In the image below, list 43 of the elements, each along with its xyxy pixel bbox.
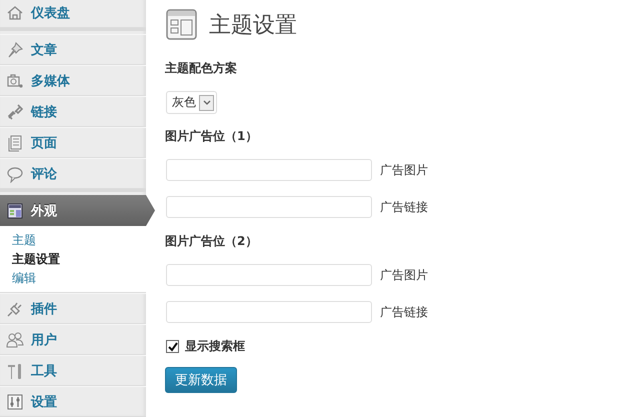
menu-item[interactable]: 工具 bbox=[0, 355, 146, 386]
checkmark-icon bbox=[168, 342, 178, 352]
input-field[interactable] bbox=[166, 301, 372, 323]
section-heading: 图片广告位（2） bbox=[165, 233, 258, 250]
field-label: 广告图片 bbox=[380, 266, 428, 284]
section-heading: 主题配色方案 bbox=[165, 60, 237, 77]
menu-item[interactable]: 设置 bbox=[0, 386, 146, 417]
menu-item[interactable]: 文章 bbox=[0, 34, 146, 65]
house-icon bbox=[6, 4, 24, 22]
pin-icon bbox=[6, 40, 24, 58]
field-label: 广告图片 bbox=[380, 162, 428, 178]
window-icon bbox=[6, 202, 24, 220]
input-field[interactable] bbox=[166, 196, 372, 218]
submenu-item[interactable]: 主题设置 bbox=[12, 251, 60, 268]
menu-item[interactable]: 评论 bbox=[0, 158, 146, 189]
menu-item[interactable]: 页面 bbox=[0, 127, 146, 158]
sliders-icon bbox=[6, 392, 24, 410]
page-title: 主题设置 bbox=[209, 12, 297, 40]
input-field[interactable] bbox=[166, 159, 372, 181]
menu-item[interactable]: 用户 bbox=[0, 324, 146, 355]
menu-item[interactable]: 多媒体 bbox=[0, 65, 146, 96]
field-label: 广告链接 bbox=[380, 198, 428, 216]
people-icon bbox=[6, 330, 24, 348]
caret-icon bbox=[202, 100, 210, 106]
menu-item[interactable]: 仪表盘 bbox=[0, 0, 146, 28]
camera-icon bbox=[6, 72, 24, 90]
menu-item[interactable]: 外观 bbox=[0, 195, 155, 226]
tools-icon bbox=[6, 362, 24, 380]
menu-item[interactable]: 链接 bbox=[0, 96, 146, 127]
speech-bubble-icon bbox=[6, 164, 24, 182]
section-heading: 图片广告位（1） bbox=[165, 128, 258, 145]
submit-button[interactable]: 更新数据 bbox=[165, 367, 237, 393]
checkbox-label: 显示搜索框 bbox=[185, 338, 245, 355]
layout-icon bbox=[165, 8, 199, 42]
field-label: 广告链接 bbox=[380, 304, 428, 320]
pages-icon bbox=[6, 134, 24, 152]
submenu-item[interactable]: 编辑 bbox=[12, 270, 36, 287]
input-field[interactable] bbox=[166, 264, 372, 286]
color-scheme-select[interactable]: 灰色 bbox=[166, 91, 217, 114]
menu-item[interactable]: 插件 bbox=[0, 293, 146, 324]
submenu-item[interactable]: 主题 bbox=[12, 232, 36, 249]
chain-icon bbox=[6, 102, 24, 120]
checkbox[interactable] bbox=[166, 340, 179, 353]
